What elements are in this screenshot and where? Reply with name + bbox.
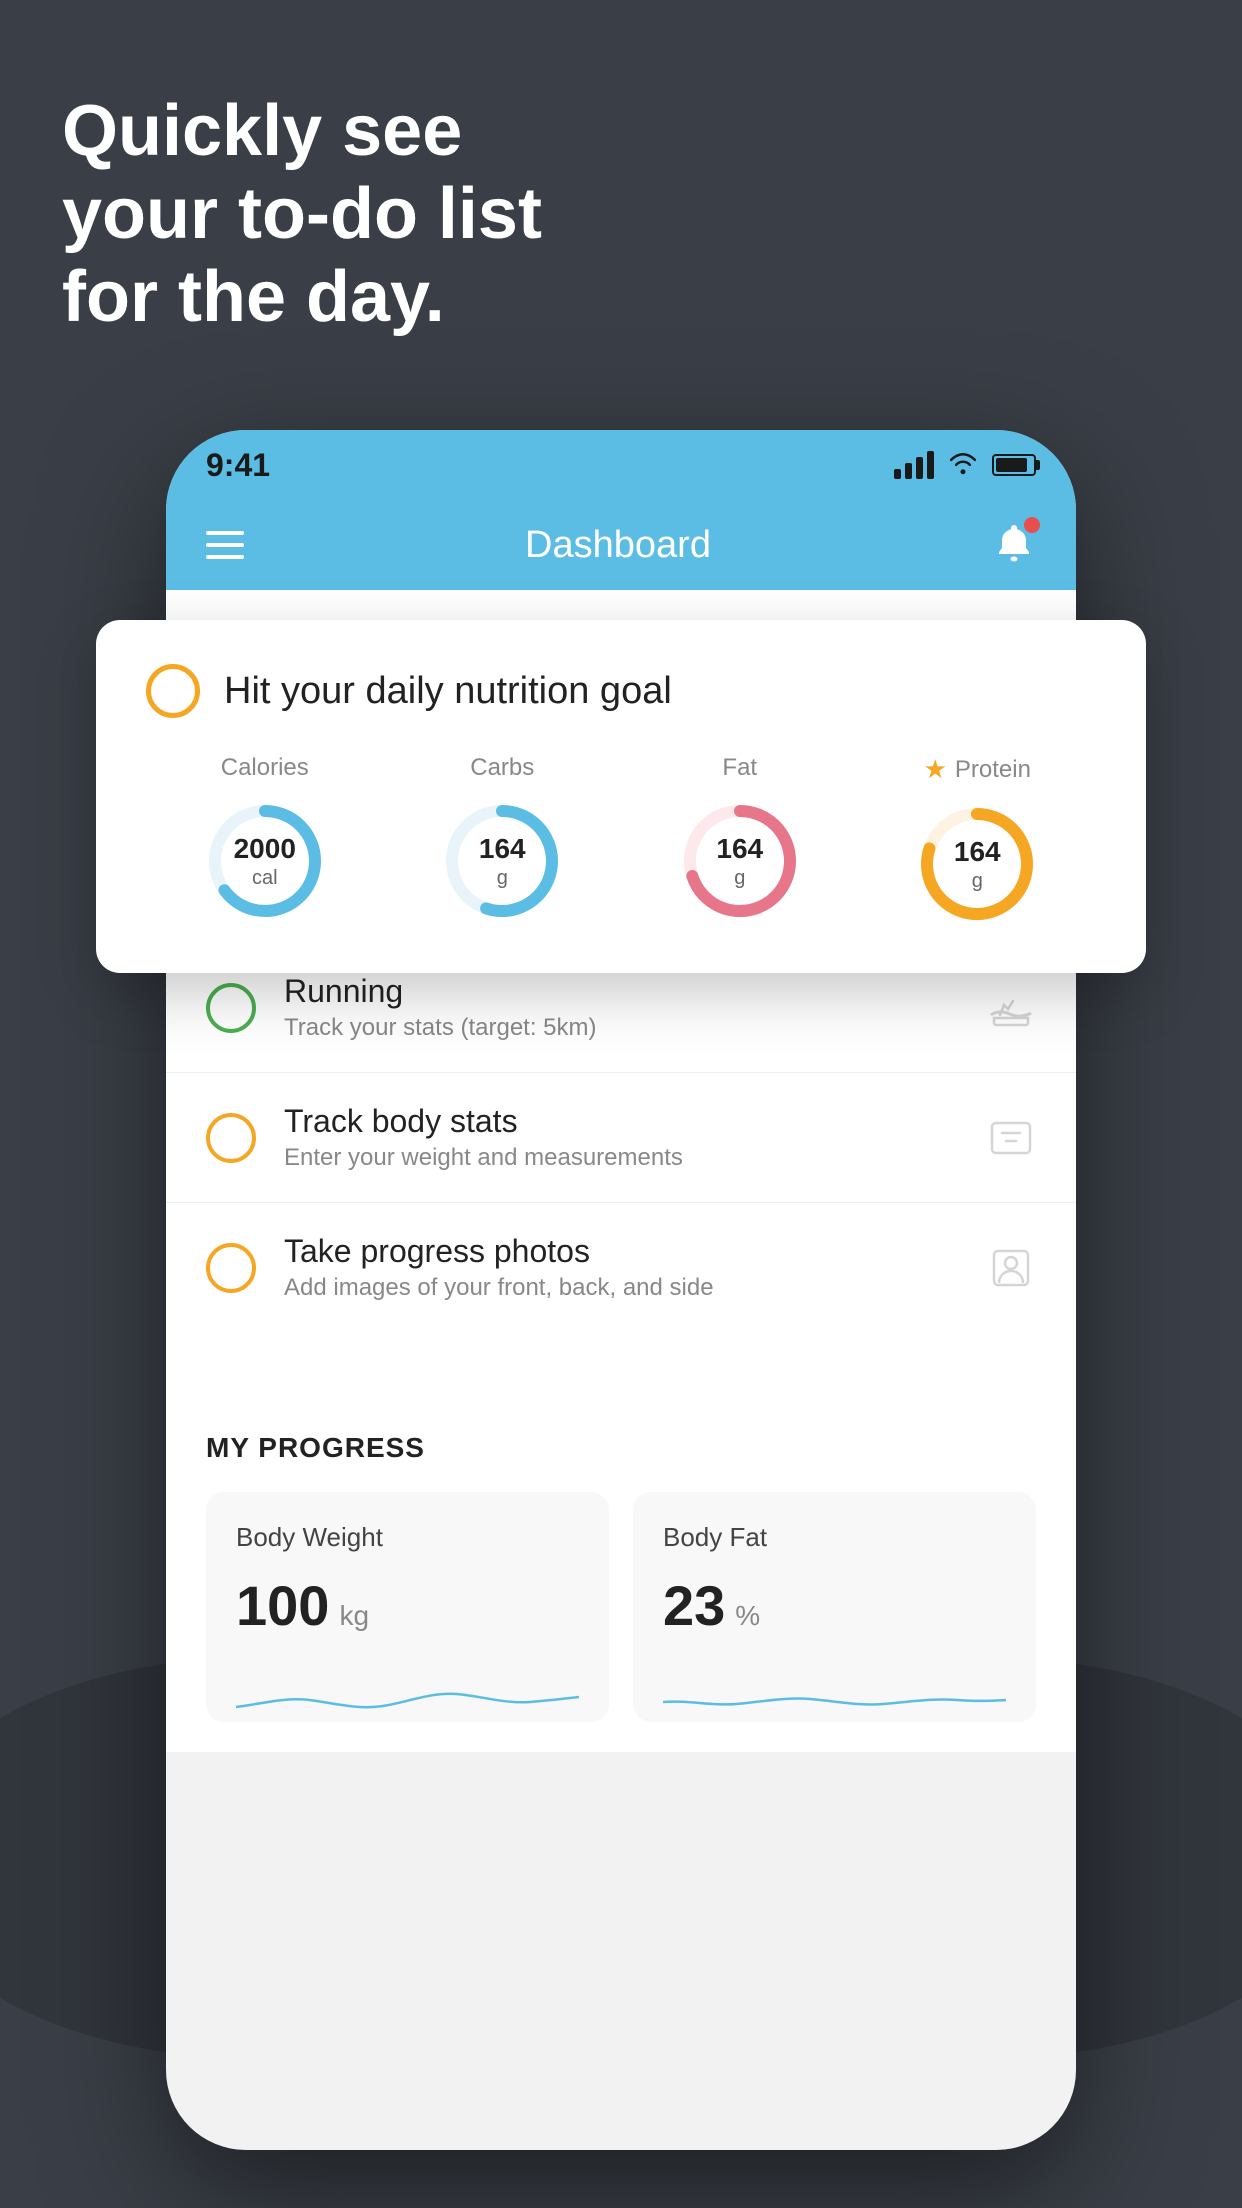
body-weight-card[interactable]: Body Weight 100 kg bbox=[206, 1492, 609, 1722]
todo-text-body-stats: Track body stats Enter your weight and m… bbox=[284, 1103, 958, 1172]
body-weight-chart bbox=[236, 1662, 579, 1722]
body-weight-value: 100 kg bbox=[236, 1573, 579, 1638]
body-weight-label: Body Weight bbox=[236, 1522, 579, 1553]
progress-cards: Body Weight 100 kg Body Fat 23 bbox=[206, 1492, 1036, 1722]
calories-donut: 2000 cal bbox=[200, 796, 330, 926]
battery-icon bbox=[992, 454, 1036, 476]
carbs-value: 164 g bbox=[479, 832, 526, 890]
notification-dot bbox=[1024, 517, 1040, 533]
fat-label: Fat bbox=[722, 754, 757, 782]
fat-value: 164 g bbox=[716, 832, 763, 890]
headline-line1: Quickly see bbox=[62, 90, 542, 173]
todo-text-photos: Take progress photos Add images of your … bbox=[284, 1233, 958, 1302]
body-weight-unit: kg bbox=[339, 1600, 369, 1632]
scale-icon bbox=[986, 1113, 1036, 1163]
headline: Quickly see your to-do list for the day. bbox=[62, 90, 542, 338]
body-fat-unit: % bbox=[735, 1600, 760, 1632]
todo-circle-photos bbox=[206, 1243, 256, 1293]
status-bar: 9:41 bbox=[166, 430, 1076, 500]
nutrition-check-circle bbox=[146, 664, 200, 718]
todo-circle-running bbox=[206, 983, 256, 1033]
todo-name-body-stats: Track body stats bbox=[284, 1103, 958, 1140]
hamburger-menu[interactable] bbox=[206, 531, 244, 559]
todo-name-photos: Take progress photos bbox=[284, 1233, 958, 1270]
nutrition-card-title: Hit your daily nutrition goal bbox=[224, 670, 672, 713]
headline-line2: your to-do list bbox=[62, 173, 542, 256]
todo-text-running: Running Track your stats (target: 5km) bbox=[284, 973, 958, 1042]
carbs-label: Carbs bbox=[470, 754, 534, 782]
protein-label: ★ Protein bbox=[924, 754, 1031, 785]
todo-sub-running: Track your stats (target: 5km) bbox=[284, 1014, 958, 1042]
fat-donut: 164 g bbox=[675, 796, 805, 926]
headline-line3: for the day. bbox=[62, 256, 542, 339]
body-fat-value: 23 % bbox=[663, 1573, 1006, 1638]
carbs-donut: 164 g bbox=[437, 796, 567, 926]
todo-list: Running Track your stats (target: 5km) T… bbox=[166, 942, 1076, 1332]
todo-item-body-stats[interactable]: Track body stats Enter your weight and m… bbox=[166, 1072, 1076, 1202]
protein-donut: 164 g bbox=[912, 799, 1042, 929]
calories-value: 2000 cal bbox=[234, 832, 296, 890]
status-time: 9:41 bbox=[206, 447, 270, 484]
nutrition-card-header: Hit your daily nutrition goal bbox=[146, 664, 1096, 718]
nutrition-carbs: Carbs 164 g bbox=[437, 754, 567, 926]
progress-section: MY PROGRESS Body Weight 100 kg bbox=[166, 1392, 1076, 1752]
todo-item-photos[interactable]: Take progress photos Add images of your … bbox=[166, 1202, 1076, 1332]
todo-sub-photos: Add images of your front, back, and side bbox=[284, 1274, 958, 1302]
body-fat-card[interactable]: Body Fat 23 % bbox=[633, 1492, 1036, 1722]
body-fat-label: Body Fat bbox=[663, 1522, 1006, 1553]
body-fat-chart bbox=[663, 1662, 1006, 1722]
notification-bell-icon[interactable] bbox=[992, 521, 1036, 570]
app-header: Dashboard bbox=[166, 500, 1076, 590]
todo-circle-body-stats bbox=[206, 1113, 256, 1163]
nutrition-calories: Calories 2000 cal bbox=[200, 754, 330, 926]
star-icon: ★ bbox=[924, 754, 947, 785]
nutrition-protein: ★ Protein 164 g bbox=[912, 754, 1042, 929]
body-fat-number: 23 bbox=[663, 1573, 725, 1638]
todo-name-running: Running bbox=[284, 973, 958, 1010]
shoe-icon bbox=[986, 983, 1036, 1033]
progress-title: MY PROGRESS bbox=[206, 1432, 1036, 1464]
calories-label: Calories bbox=[221, 754, 309, 782]
status-icons bbox=[894, 451, 1036, 480]
nutrition-card: Hit your daily nutrition goal Calories 2… bbox=[96, 620, 1146, 973]
signal-icon bbox=[894, 451, 934, 479]
protein-value: 164 g bbox=[954, 835, 1001, 893]
nutrition-fat: Fat 164 g bbox=[675, 754, 805, 926]
nutrition-circles: Calories 2000 cal Carbs bbox=[146, 754, 1096, 929]
wifi-icon bbox=[948, 451, 978, 480]
body-weight-number: 100 bbox=[236, 1573, 329, 1638]
todo-sub-body-stats: Enter your weight and measurements bbox=[284, 1144, 958, 1172]
header-title: Dashboard bbox=[525, 524, 711, 567]
person-icon bbox=[986, 1243, 1036, 1293]
